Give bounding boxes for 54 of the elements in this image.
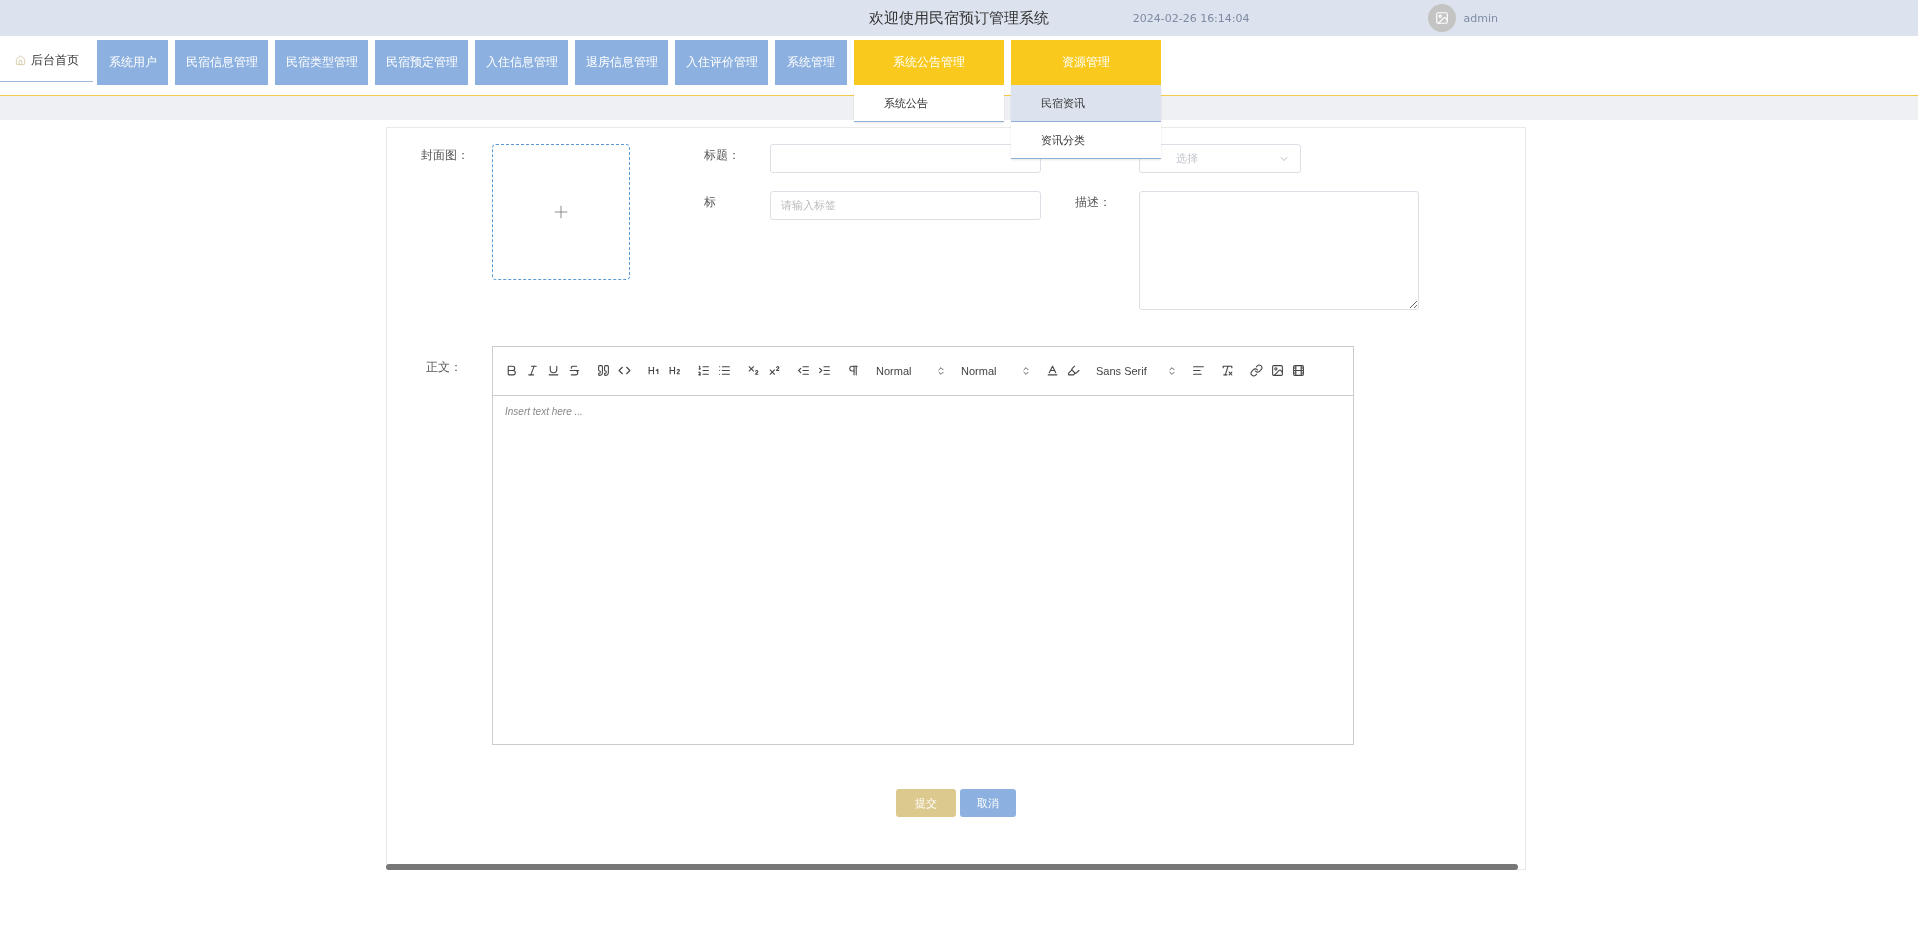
menu-item[interactable]: 民宿资讯 — [1011, 85, 1161, 122]
username[interactable]: admin — [1463, 11, 1498, 25]
menu-item[interactable]: 系统公告 — [854, 85, 1004, 122]
clean-icon[interactable] — [1220, 364, 1235, 378]
field-label: 描述： — [1075, 194, 1111, 209]
field-label: 标题： — [704, 147, 740, 162]
field-label: 标 — [704, 194, 716, 209]
nav-button[interactable]: 系统用户 — [97, 40, 168, 85]
nav-button[interactable]: 入住信息管理 — [475, 40, 568, 85]
up-down-icon — [936, 366, 946, 376]
ordered-icon[interactable] — [697, 364, 711, 378]
bullet-icon[interactable] — [718, 364, 732, 378]
color-icon[interactable] — [1046, 364, 1060, 378]
strike-icon[interactable] — [568, 364, 582, 378]
video-icon[interactable] — [1291, 364, 1306, 378]
bold-icon[interactable] — [505, 364, 519, 378]
page-title: 欢迎使用民宿预订管理系统 — [869, 8, 1049, 28]
input-field[interactable]: 请输入标签 — [770, 191, 1041, 220]
indent-icon[interactable] — [818, 364, 832, 378]
house-icon — [14, 55, 26, 66]
image-icon[interactable] — [1270, 364, 1285, 378]
nav-button[interactable]: 民宿预定管理 — [375, 40, 468, 85]
format-picker[interactable]: Normal — [876, 365, 946, 377]
editor-text-area[interactable]: Insert text here ... — [493, 396, 1353, 744]
format-picker[interactable]: Normal — [961, 365, 1031, 377]
nav-button[interactable]: 资源管理 — [1011, 40, 1161, 85]
textarea-field[interactable] — [1139, 191, 1419, 310]
input-field[interactable] — [770, 144, 1041, 173]
submit-button[interactable]: 提交 — [896, 789, 956, 817]
direction-icon[interactable] — [847, 364, 861, 378]
quote-icon[interactable] — [597, 364, 611, 378]
cancel-button[interactable]: 取消 — [960, 789, 1016, 817]
datetime: 2024-02-26 16:14:04 — [1132, 11, 1250, 25]
underline-icon[interactable] — [547, 364, 561, 378]
align-icon[interactable] — [1191, 364, 1206, 378]
nav-button[interactable]: 民宿信息管理 — [175, 40, 268, 85]
nav-button[interactable]: 入住评价管理 — [675, 40, 768, 85]
italic-icon[interactable] — [526, 364, 540, 378]
nav-button[interactable]: 退房信息管理 — [575, 40, 668, 85]
scrollbar[interactable] — [386, 864, 1518, 870]
menu-item[interactable]: 资讯分类 — [1011, 122, 1161, 159]
nav-button[interactable]: 民宿类型管理 — [275, 40, 368, 85]
nav-button[interactable]: 系统公告管理 — [854, 40, 1004, 85]
background-icon[interactable] — [1067, 364, 1081, 378]
nav-button[interactable]: 系统管理 — [775, 40, 847, 85]
format-picker[interactable]: Sans Serif — [1096, 365, 1177, 377]
up-down-icon — [1021, 366, 1031, 376]
link-icon[interactable] — [1249, 364, 1264, 378]
subscript-icon[interactable] — [747, 364, 761, 378]
field-label: 封面图： — [420, 147, 469, 162]
superscript-icon[interactable] — [768, 364, 782, 378]
field-label: 正文： — [425, 359, 463, 376]
outdent-icon[interactable] — [797, 364, 811, 378]
up-down-icon — [1166, 366, 1177, 376]
